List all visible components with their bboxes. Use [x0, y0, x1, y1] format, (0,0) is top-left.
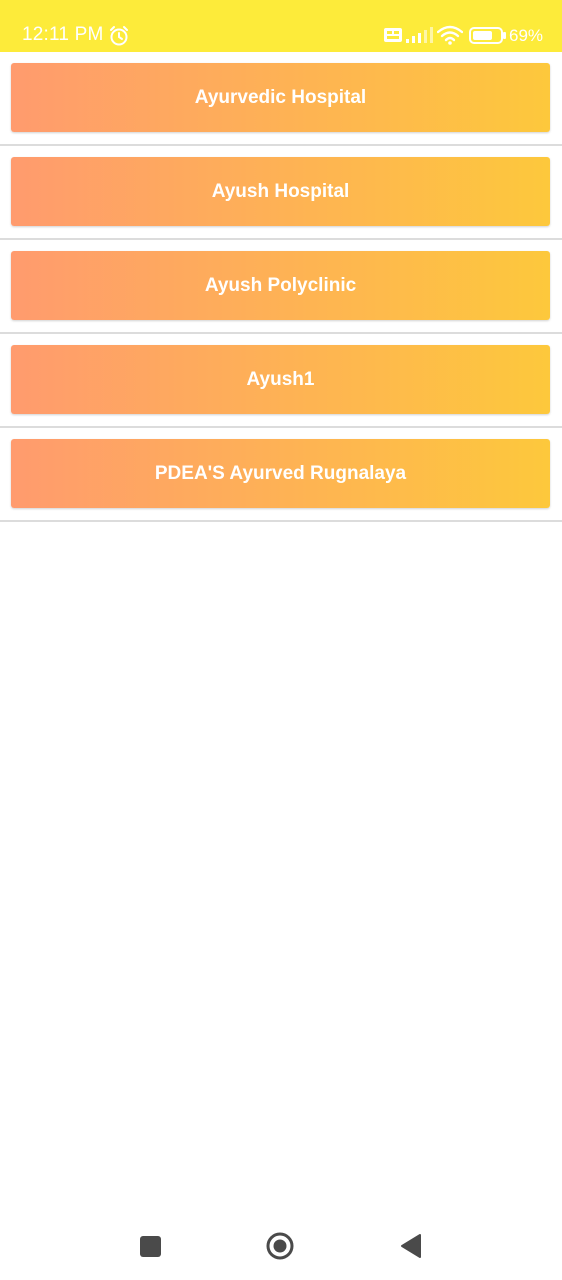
alarm-icon — [110, 26, 128, 46]
list-item: Ayush Polyclinic — [0, 240, 562, 334]
list-item: Ayush1 — [0, 334, 562, 428]
hospital-list: Ayurvedic Hospital Ayush Hospital Ayush … — [0, 52, 562, 522]
list-item: Ayurvedic Hospital — [0, 52, 562, 146]
home-circle-icon[interactable] — [266, 1232, 294, 1260]
hospital-button-pdeas-ayurved-rugnalaya[interactable]: PDEA'S Ayurved Rugnalaya — [11, 439, 550, 508]
hospital-button-ayurvedic-hospital[interactable]: Ayurvedic Hospital — [11, 63, 550, 132]
wifi-icon — [437, 25, 463, 45]
battery-percent: 69% — [509, 26, 544, 45]
signal-icon — [406, 27, 433, 43]
list-item: Ayush Hospital — [0, 146, 562, 240]
battery-icon — [469, 27, 506, 44]
navigation-bar — [0, 1210, 562, 1280]
back-triangle-icon[interactable] — [400, 1233, 422, 1259]
status-bar: 12:11 PM 69% — [0, 0, 562, 52]
sim-volte-icon — [384, 28, 402, 42]
hospital-button-ayush-hospital[interactable]: Ayush Hospital — [11, 157, 550, 226]
hospital-button-ayush-polyclinic[interactable]: Ayush Polyclinic — [11, 251, 550, 320]
status-time: 12:11 PM — [22, 24, 104, 45]
recents-square-icon[interactable] — [140, 1236, 161, 1257]
list-item: PDEA'S Ayurved Rugnalaya — [0, 428, 562, 522]
hospital-button-ayush1[interactable]: Ayush1 — [11, 345, 550, 414]
